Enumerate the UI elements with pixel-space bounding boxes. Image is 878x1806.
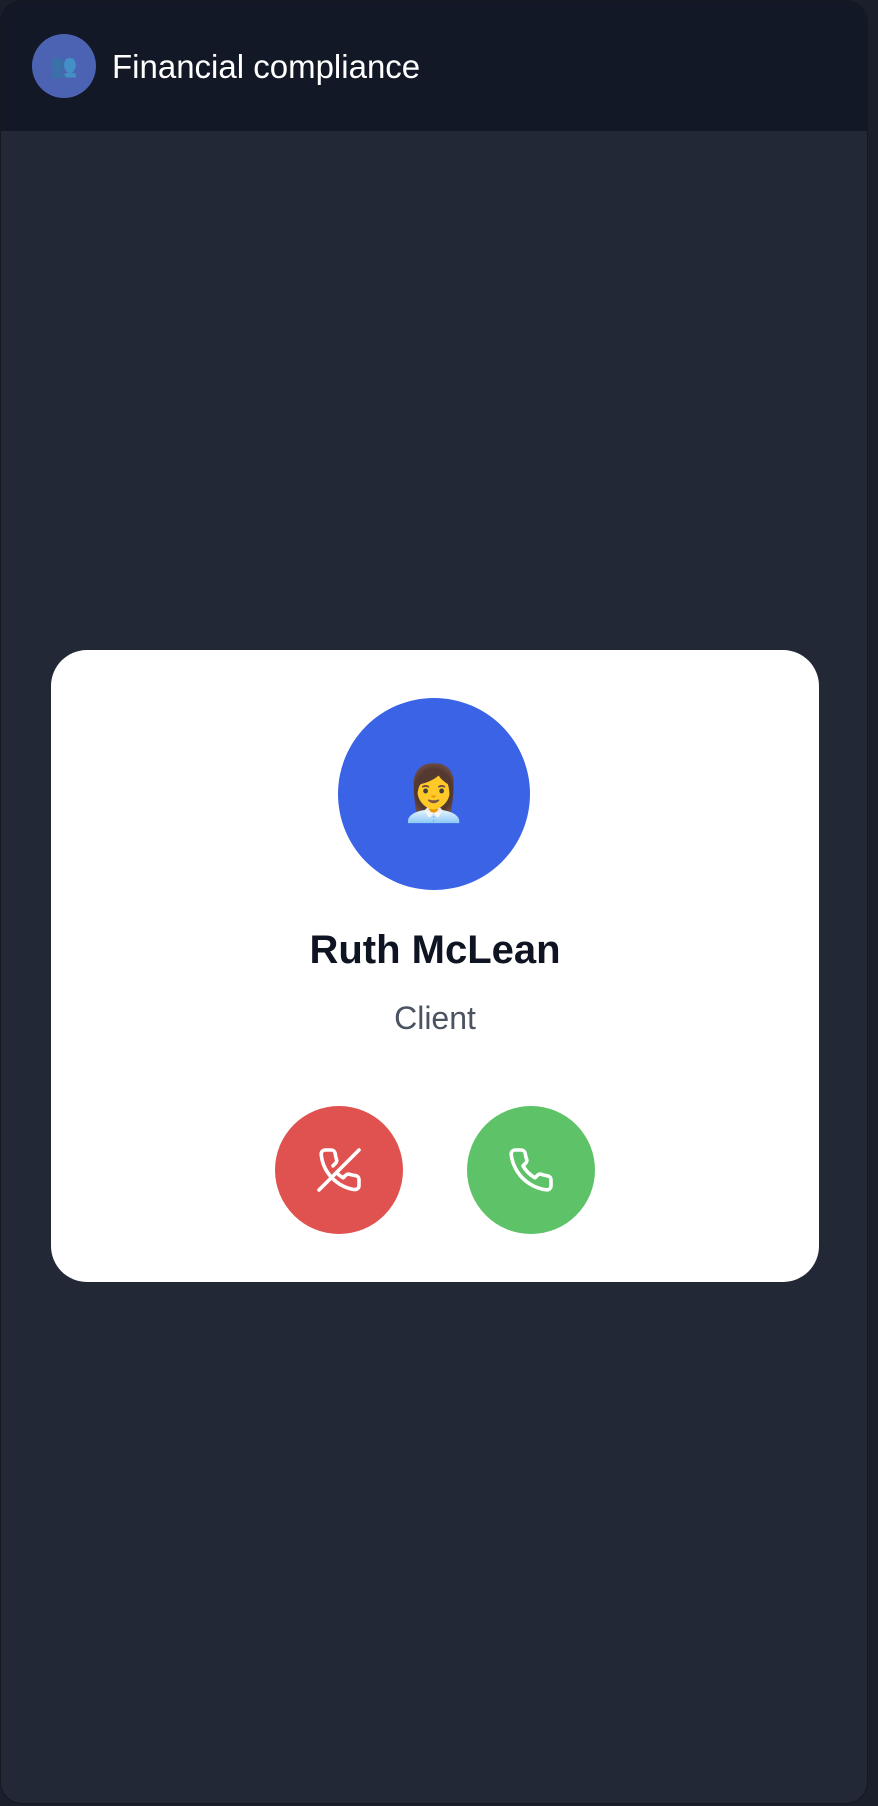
app-window: 👥 Financial compliance 👩‍💼 Ruth McLean C…: [0, 0, 868, 1804]
caller-role: Client: [394, 1000, 476, 1036]
phone-icon: [509, 1148, 553, 1192]
caller-avatar: 👩‍💼: [338, 698, 530, 890]
group-avatar-icon[interactable]: 👥: [32, 34, 96, 98]
chat-title: Financial compliance: [112, 48, 421, 85]
caller-name: Ruth McLean: [309, 928, 561, 972]
incoming-call-card: 👩‍💼 Ruth McLean Client: [51, 650, 819, 1282]
chat-header: 👥 Financial compliance: [1, 1, 867, 131]
decline-call-button[interactable]: [275, 1106, 403, 1234]
phone-off-icon: [317, 1148, 361, 1192]
accept-call-button[interactable]: [467, 1106, 595, 1234]
